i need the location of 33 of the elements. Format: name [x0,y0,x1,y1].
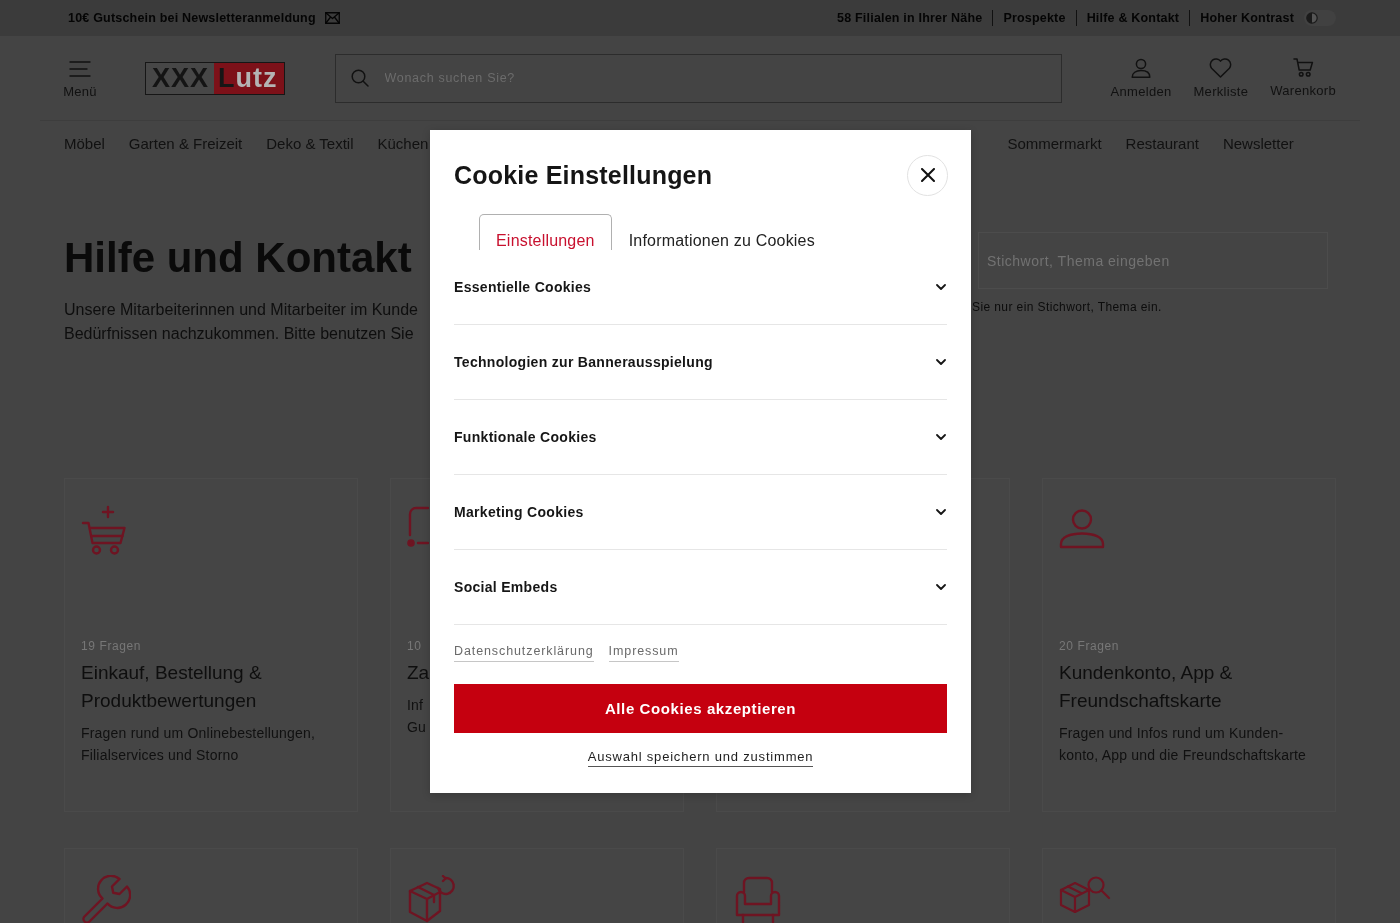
accordion-item[interactable]: Essentielle Cookies [454,250,947,324]
close-icon [920,168,935,182]
tab[interactable]: Einstellungen [479,214,612,250]
cart-icon [1292,57,1314,77]
topic-title: Kundenkonto, App & Freundschaftskarte [1059,661,1234,713]
person-icon [1059,509,1105,549]
user-icon [1131,57,1151,78]
search-hint: Sie nur ein Stichwort, Thema ein. [972,299,1163,315]
save-selection-link[interactable]: Auswahl speichern und zustimmen [587,748,814,767]
envelope-icon [324,12,340,24]
accordion-item[interactable]: Technologien zur Bannerausspielung [454,325,947,399]
topic-title: Einkauf, Bestellung & Produktbewertungen [81,661,263,713]
box-search-icon [1059,875,1111,913]
contrast-toggle[interactable] [1304,10,1336,26]
box-arrow-icon [407,875,457,923]
heart-icon [1209,57,1233,78]
accept-all-button[interactable]: Alle Cookies akzeptieren [454,684,947,733]
close-button[interactable] [907,154,948,196]
armchair-icon [733,875,783,923]
topic-title: Za [407,661,430,685]
accordion-item[interactable]: Marketing Cookies [454,475,947,549]
page-title: Hilfe und Kontakt [64,234,413,282]
accordion-item[interactable]: Social Embeds [454,550,947,624]
search-icon [350,68,369,87]
dialog-link[interactable]: Datenschutzerklärung [454,643,594,662]
menu-icon [69,61,91,77]
dialog-title: Cookie Einstellungen [454,160,713,190]
cart-plus-icon [81,505,127,555]
contrast-icon [1306,12,1318,24]
accordion-item[interactable]: Funktionale Cookies [454,400,947,474]
wrench-icon [81,875,131,923]
dialog-link[interactable]: Impressum [608,643,679,662]
partial-icon [407,505,429,549]
